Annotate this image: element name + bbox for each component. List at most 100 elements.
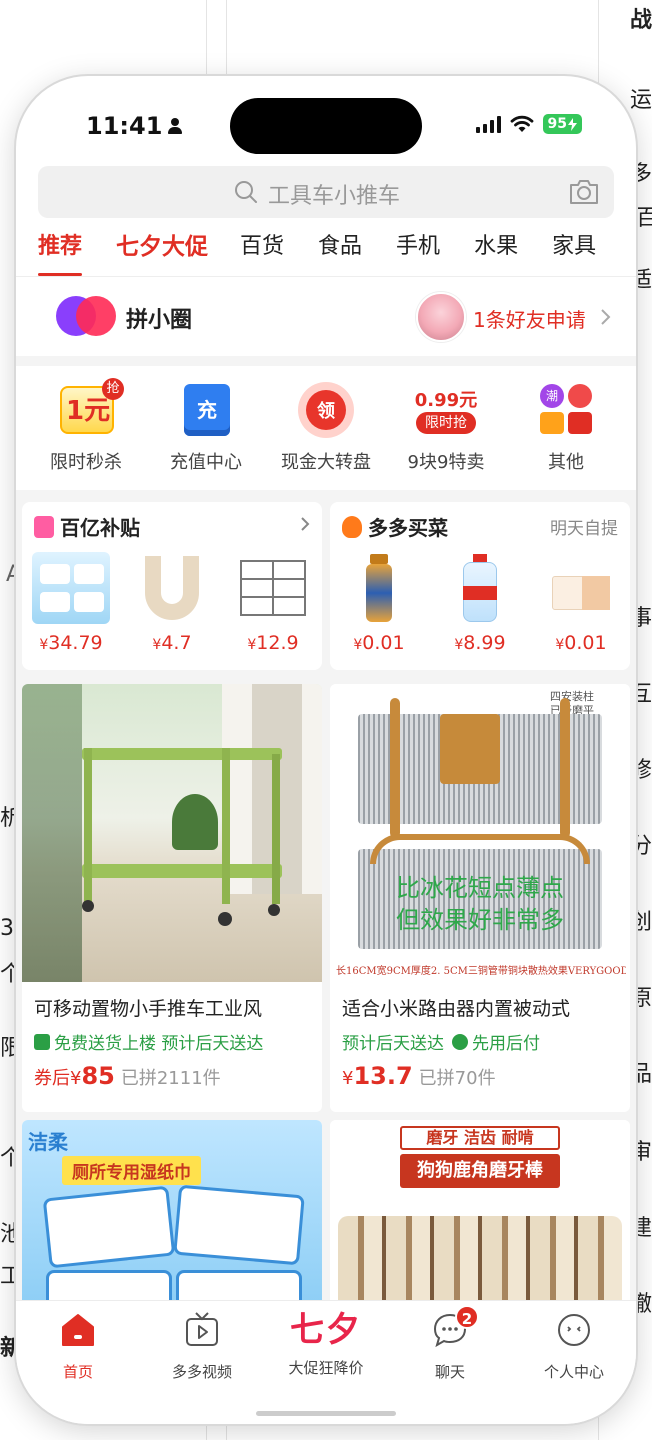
nav-video[interactable]: 多多视频 (147, 1311, 257, 1424)
focus-person-icon (168, 118, 183, 134)
image-caption: 长16CM宽9CM厚度2. 5CM三铜管带铜块散热效果VERYGOOD (336, 966, 626, 977)
time-text: 11:41 (86, 112, 163, 140)
item-price: 0.01 (362, 632, 405, 654)
recharge-icon: 充 (176, 380, 236, 440)
nav-profile[interactable]: 个人中心 (519, 1311, 629, 1424)
green-cart-image (22, 684, 322, 982)
billion-subsidy-card[interactable]: 百亿补贴 ¥34.79 ¥4.7 ¥12.9 (22, 502, 322, 670)
grocery-carrot-icon (342, 515, 362, 538)
phone-screen: 11:41 95 工具车小推车 推荐 七夕大促 百货 食品 手机 水果 家具 拼… (16, 76, 636, 1424)
more-apps-icon: 潮 (536, 380, 596, 440)
quick-entry-nine-nine[interactable]: 0.99元 限时抢 9块9特卖 (386, 368, 506, 478)
nav-label: 大促狂降价 (288, 1359, 364, 1377)
quick-entry-label: 现金大转盘 (281, 452, 371, 473)
item-price: 0.01 (564, 632, 607, 654)
water-jug-thumbnail (441, 552, 519, 624)
nav-label: 个人中心 (543, 1363, 604, 1381)
card-header: 百亿补贴 (34, 512, 140, 541)
image-banner: 磨牙 洁齿 耐啃 (400, 1126, 560, 1150)
charging-bolt-icon (568, 117, 577, 131)
chevron-right-icon (301, 517, 310, 531)
product-tags: 免费送货上楼 预计后天送达 (22, 1021, 322, 1054)
product-card[interactable]: 可移动置物小手推车工业风 免费送货上楼 预计后天送达 券后 ¥85 已拼2111件 (22, 684, 322, 1112)
category-tabs: 推荐 七夕大促 百货 食品 手机 水果 家具 (16, 228, 636, 276)
nine-nine-sale-icon: 0.99元 限时抢 (406, 380, 486, 440)
nav-chat[interactable]: 2 聊天 (395, 1305, 505, 1424)
quick-entry-cash-wheel[interactable]: 领 现金大转盘 (266, 368, 386, 478)
cash-wheel-icon: 领 (296, 380, 356, 440)
delivery-truck-icon (34, 1033, 50, 1050)
friend-avatar (416, 292, 466, 342)
profile-icon (558, 1314, 590, 1346)
list-item[interactable]: ¥0.01 (338, 552, 420, 654)
tab-food[interactable]: 食品 (318, 228, 362, 276)
quick-entry-recharge[interactable]: 充 充值中心 (146, 368, 266, 478)
wifi-icon (510, 115, 533, 132)
heatsink-image: 四安装柱 已经磨平 比冰花短点薄点 但效果好非常多 长16CM宽9CM厚度2. … (330, 684, 630, 982)
list-item[interactable]: ¥8.99 (439, 552, 521, 654)
product-feed: 可移动置物小手推车工业风 免费送货上楼 预计后天送达 券后 ¥85 已拼2111件… (16, 672, 636, 1360)
feature-cards: 百亿补贴 ¥34.79 ¥4.7 ¥12.9 多多买菜 明天自提 ¥0.01 ¥… (16, 490, 636, 686)
image-overlay-text: 比冰花短点薄点 但效果好非常多 (396, 874, 564, 934)
quick-entry-label: 其他 (548, 452, 584, 473)
item-price: 8.99 (463, 632, 506, 654)
quick-entry-more[interactable]: 潮 其他 (506, 368, 626, 478)
search-placeholder: 工具车小推车 (268, 184, 401, 209)
tea-bottle-thumbnail (340, 552, 418, 624)
search-icon (235, 181, 257, 203)
list-item[interactable]: ¥34.79 (30, 552, 112, 654)
tab-recommend[interactable]: 推荐 (38, 228, 83, 276)
tab-fruit[interactable]: 水果 (474, 228, 518, 276)
card-header: 多多买菜 (342, 512, 448, 541)
system-icons: 95 (475, 114, 582, 134)
list-item[interactable]: ¥4.7 (131, 552, 213, 654)
quick-entry-label: 9块9特卖 (407, 452, 485, 473)
tab-qixi-promo[interactable]: 七夕大促 (116, 228, 208, 276)
tab-furniture[interactable]: 家具 (552, 228, 596, 276)
qixi-promo-icon: 七夕 (290, 1310, 362, 1350)
bottom-nav: 首页 多多视频 七夕 大促狂降价 2 聊天 个人中心 (16, 1300, 636, 1424)
nav-qixi-promo[interactable]: 七夕 大促狂降价 (271, 1311, 381, 1424)
status-time: 11:41 (86, 112, 183, 140)
nav-label: 首页 (62, 1363, 93, 1381)
camera-search-icon[interactable] (568, 178, 600, 206)
sold-count: 已拼70件 (418, 1068, 496, 1089)
product-price-row: 券后 ¥85 已拼2111件 (34, 1062, 221, 1090)
list-item[interactable]: ¥12.9 (232, 552, 314, 654)
friend-request-text[interactable]: 1条好友申请 (473, 304, 586, 333)
price-prefix: 券后 (34, 1068, 70, 1089)
chevron-right-icon (601, 309, 611, 325)
divider (16, 276, 636, 277)
product-card[interactable]: 四安装柱 已经磨平 比冰花短点薄点 但效果好非常多 长16CM宽9CM厚度2. … (330, 684, 630, 1112)
search-bar[interactable]: 工具车小推车 (38, 166, 614, 218)
grocery-card[interactable]: 多多买菜 明天自提 ¥0.01 ¥8.99 ¥0.01 (330, 502, 630, 670)
circle-title: 拼小圈 (126, 308, 193, 333)
quick-entry-flash-sale[interactable]: 1元 抢 限时秒杀 (26, 368, 146, 478)
tissue-box-thumbnail (542, 552, 620, 624)
card-items: ¥34.79 ¥4.7 ¥12.9 (30, 552, 314, 654)
u-pillow-thumbnail (133, 552, 211, 624)
wire-rack-thumbnail (234, 552, 312, 624)
subsidy-bag-icon (34, 515, 54, 538)
status-bar: 11:41 95 (16, 76, 636, 164)
tab-phones[interactable]: 手机 (396, 228, 440, 276)
video-tv-icon (186, 1312, 218, 1346)
home-icon (62, 1314, 94, 1346)
dynamic-island (230, 98, 422, 154)
quick-entry-row: 1元 抢 限时秒杀 充 充值中心 领 现金大转盘 0.99元 限时抢 9块9特卖… (16, 368, 636, 478)
bg-text: 3 (0, 916, 14, 941)
nav-home[interactable]: 首页 (23, 1311, 133, 1424)
item-price: 4.7 (161, 632, 192, 654)
card-title: 多多买菜 (368, 516, 448, 540)
nav-label: 多多视频 (171, 1363, 232, 1381)
list-item[interactable]: ¥0.01 (540, 552, 622, 654)
card-items: ¥0.01 ¥8.99 ¥0.01 (338, 552, 622, 654)
tab-general-goods[interactable]: 百货 (240, 228, 284, 276)
product-title: 适合小米路由器内置被动式 (342, 998, 571, 1020)
friend-circle-row[interactable]: 拼小圈 1条好友申请 (16, 278, 636, 356)
product-price: 85 (81, 1062, 115, 1090)
sold-count: 已拼2111件 (120, 1068, 221, 1089)
image-banner: 狗狗鹿角磨牙棒 (400, 1154, 560, 1188)
unread-badge: 2 (455, 1305, 479, 1329)
pay-later-icon (452, 1033, 468, 1050)
